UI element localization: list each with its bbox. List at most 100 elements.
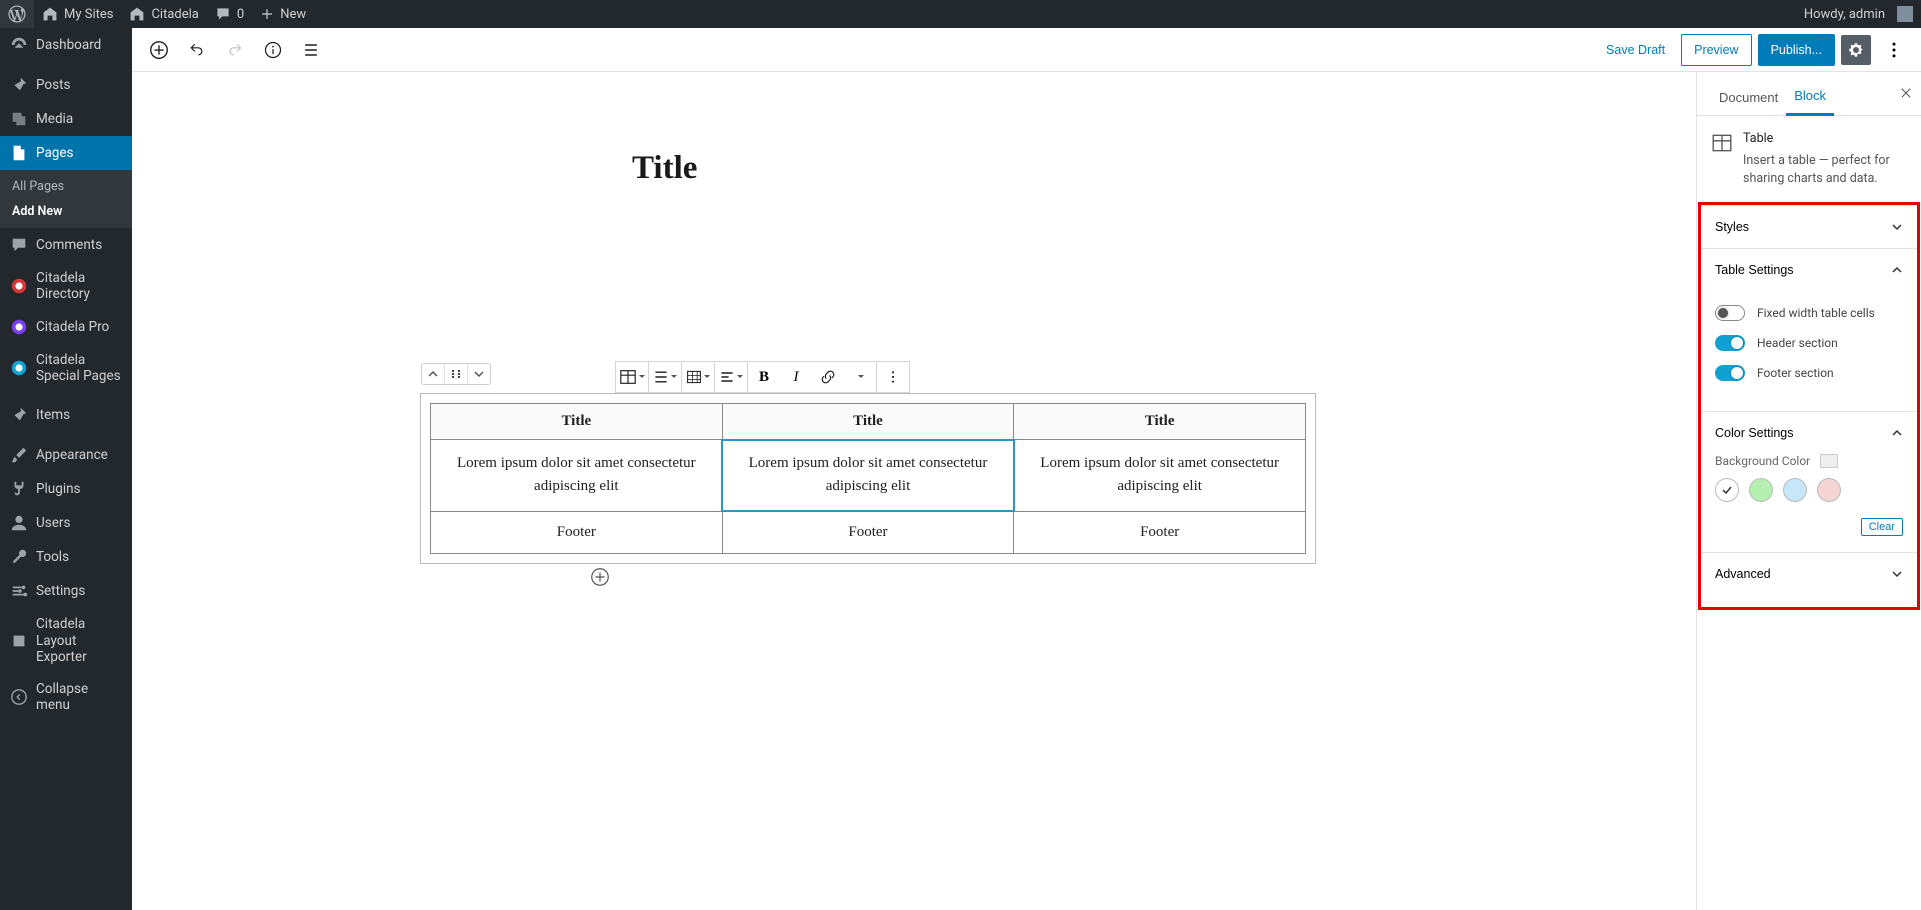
home-icon [129,6,145,22]
table-footer-cell[interactable]: Footer [1014,511,1306,553]
redo-icon [225,40,245,60]
menu-citadela-special[interactable]: Citadela Special Pages [0,344,132,392]
preview-button[interactable]: Preview [1681,34,1751,66]
swatch-pink[interactable] [1817,478,1841,502]
citadela-icon [10,359,28,377]
menu-layout-exporter[interactable]: Citadela Layout Exporter [0,608,132,673]
howdy-link[interactable]: Howdy, admin [1796,0,1921,28]
menu-dashboard[interactable]: Dashboard [0,28,132,62]
media-icon [10,110,28,128]
menu-comments[interactable]: Comments [0,228,132,262]
settings-sidebar: Document Block TableInsert a table — per… [1696,72,1921,910]
close-sidebar-button[interactable] [1899,86,1913,104]
menu-label: Settings [36,583,85,599]
swatch-green[interactable] [1749,478,1773,502]
table-block[interactable]: Title Title Title Lorem ipsum dolor sit … [420,393,1316,564]
toolbar-more[interactable] [877,362,909,392]
comments-link[interactable]: 0 [207,0,252,28]
avatar [1897,6,1913,22]
move-down-button[interactable] [467,364,490,384]
outline-button[interactable] [294,33,328,67]
menu-settings[interactable]: Settings [0,574,132,608]
table-footer-cell[interactable]: Footer [431,511,723,553]
panel-color-settings-toggle[interactable]: Color Settings [1701,412,1917,454]
wp-logo[interactable] [0,0,34,28]
toggle-fixed-width[interactable] [1715,305,1745,321]
toggle-header-section[interactable] [1715,335,1745,351]
chevron-up-icon [1891,264,1903,276]
toolbar-italic[interactable]: I [780,362,812,392]
toolbar-more-rich[interactable] [844,362,876,392]
editor-canvas[interactable]: Title B I [132,72,1696,910]
comments-count: 0 [237,7,244,22]
table-edit-icon [686,369,702,385]
toolbar-table-edit[interactable] [682,362,714,392]
menu-media[interactable]: Media [0,102,132,136]
toggle-footer-section[interactable] [1715,365,1745,381]
swatch-white[interactable] [1715,478,1739,502]
more-button[interactable] [1877,33,1911,67]
close-icon [1899,86,1913,100]
menu-collapse[interactable]: Collapse menu [0,673,132,721]
publish-button[interactable]: Publish... [1758,34,1835,66]
menu-tools[interactable]: Tools [0,540,132,574]
panel-table-settings-toggle[interactable]: Table Settings [1701,249,1917,291]
pin-icon [10,76,28,94]
color-label: Background Color [1715,454,1810,468]
toolbar-text-align[interactable] [715,362,747,392]
wrench-icon [10,548,28,566]
plus-icon [260,7,274,21]
panel-title: Advanced [1715,567,1771,581]
menu-appearance[interactable]: Appearance [0,438,132,472]
panel-advanced-toggle[interactable]: Advanced [1701,553,1917,595]
menu-label: Users [36,515,70,531]
menu-items[interactable]: Items [0,398,132,432]
menu-citadela-pro[interactable]: Citadela Pro [0,310,132,344]
home-icon [42,6,58,22]
info-button[interactable] [256,33,290,67]
my-sites-link[interactable]: My Sites [34,0,121,28]
menu-users[interactable]: Users [0,506,132,540]
plug-icon [10,480,28,498]
add-block-button[interactable] [142,33,176,67]
table-header-cell[interactable]: Title [722,404,1014,440]
citadela-icon [10,277,28,295]
menu-pages[interactable]: Pages [0,136,132,170]
new-link[interactable]: New [252,0,314,28]
page-title[interactable]: Title [632,150,1696,187]
table-header-cell[interactable]: Title [431,404,723,440]
menu-citadela-directory[interactable]: Citadela Directory [0,262,132,310]
drag-handle[interactable] [444,364,467,384]
table-cell[interactable]: Lorem ipsum dolor sit amet consectetur a… [1014,440,1306,512]
tab-document[interactable]: Document [1711,80,1786,115]
submenu-add-new[interactable]: Add New [0,199,132,224]
toggle-label: Footer section [1757,366,1834,380]
toolbar-block-type[interactable] [616,362,648,392]
panel-styles-toggle[interactable]: Styles [1701,206,1917,248]
table-cell[interactable]: Lorem ipsum dolor sit amet consectetur a… [722,440,1014,512]
menu-plugins[interactable]: Plugins [0,472,132,506]
swatch-blue[interactable] [1783,478,1807,502]
table-footer-cell[interactable]: Footer [722,511,1014,553]
toolbar-link[interactable] [812,362,844,392]
site-link[interactable]: Citadela [121,0,206,28]
collapse-icon [10,688,28,706]
toolbar-bold[interactable]: B [748,362,780,392]
color-swatches [1715,478,1903,502]
menu-posts[interactable]: Posts [0,68,132,102]
admin-menu: Dashboard Posts Media Pages All Pages Ad… [0,28,132,910]
move-up-button[interactable] [422,364,444,384]
submenu-all-pages[interactable]: All Pages [0,174,132,199]
toolbar-align[interactable] [649,362,681,392]
block-desc-text: Insert a table — perfect for sharing cha… [1743,153,1890,186]
table-cell[interactable]: Lorem ipsum dolor sit amet consectetur a… [431,440,723,512]
block-appender[interactable] [588,565,612,589]
table-header-cell[interactable]: Title [1014,404,1306,440]
undo-button[interactable] [180,33,214,67]
tab-block[interactable]: Block [1786,78,1834,116]
menu-label: Tools [36,549,69,565]
save-draft-button[interactable]: Save Draft [1596,33,1675,67]
settings-toggle-button[interactable] [1841,35,1871,65]
redo-button[interactable] [218,33,252,67]
clear-color-button[interactable]: Clear [1861,518,1903,536]
